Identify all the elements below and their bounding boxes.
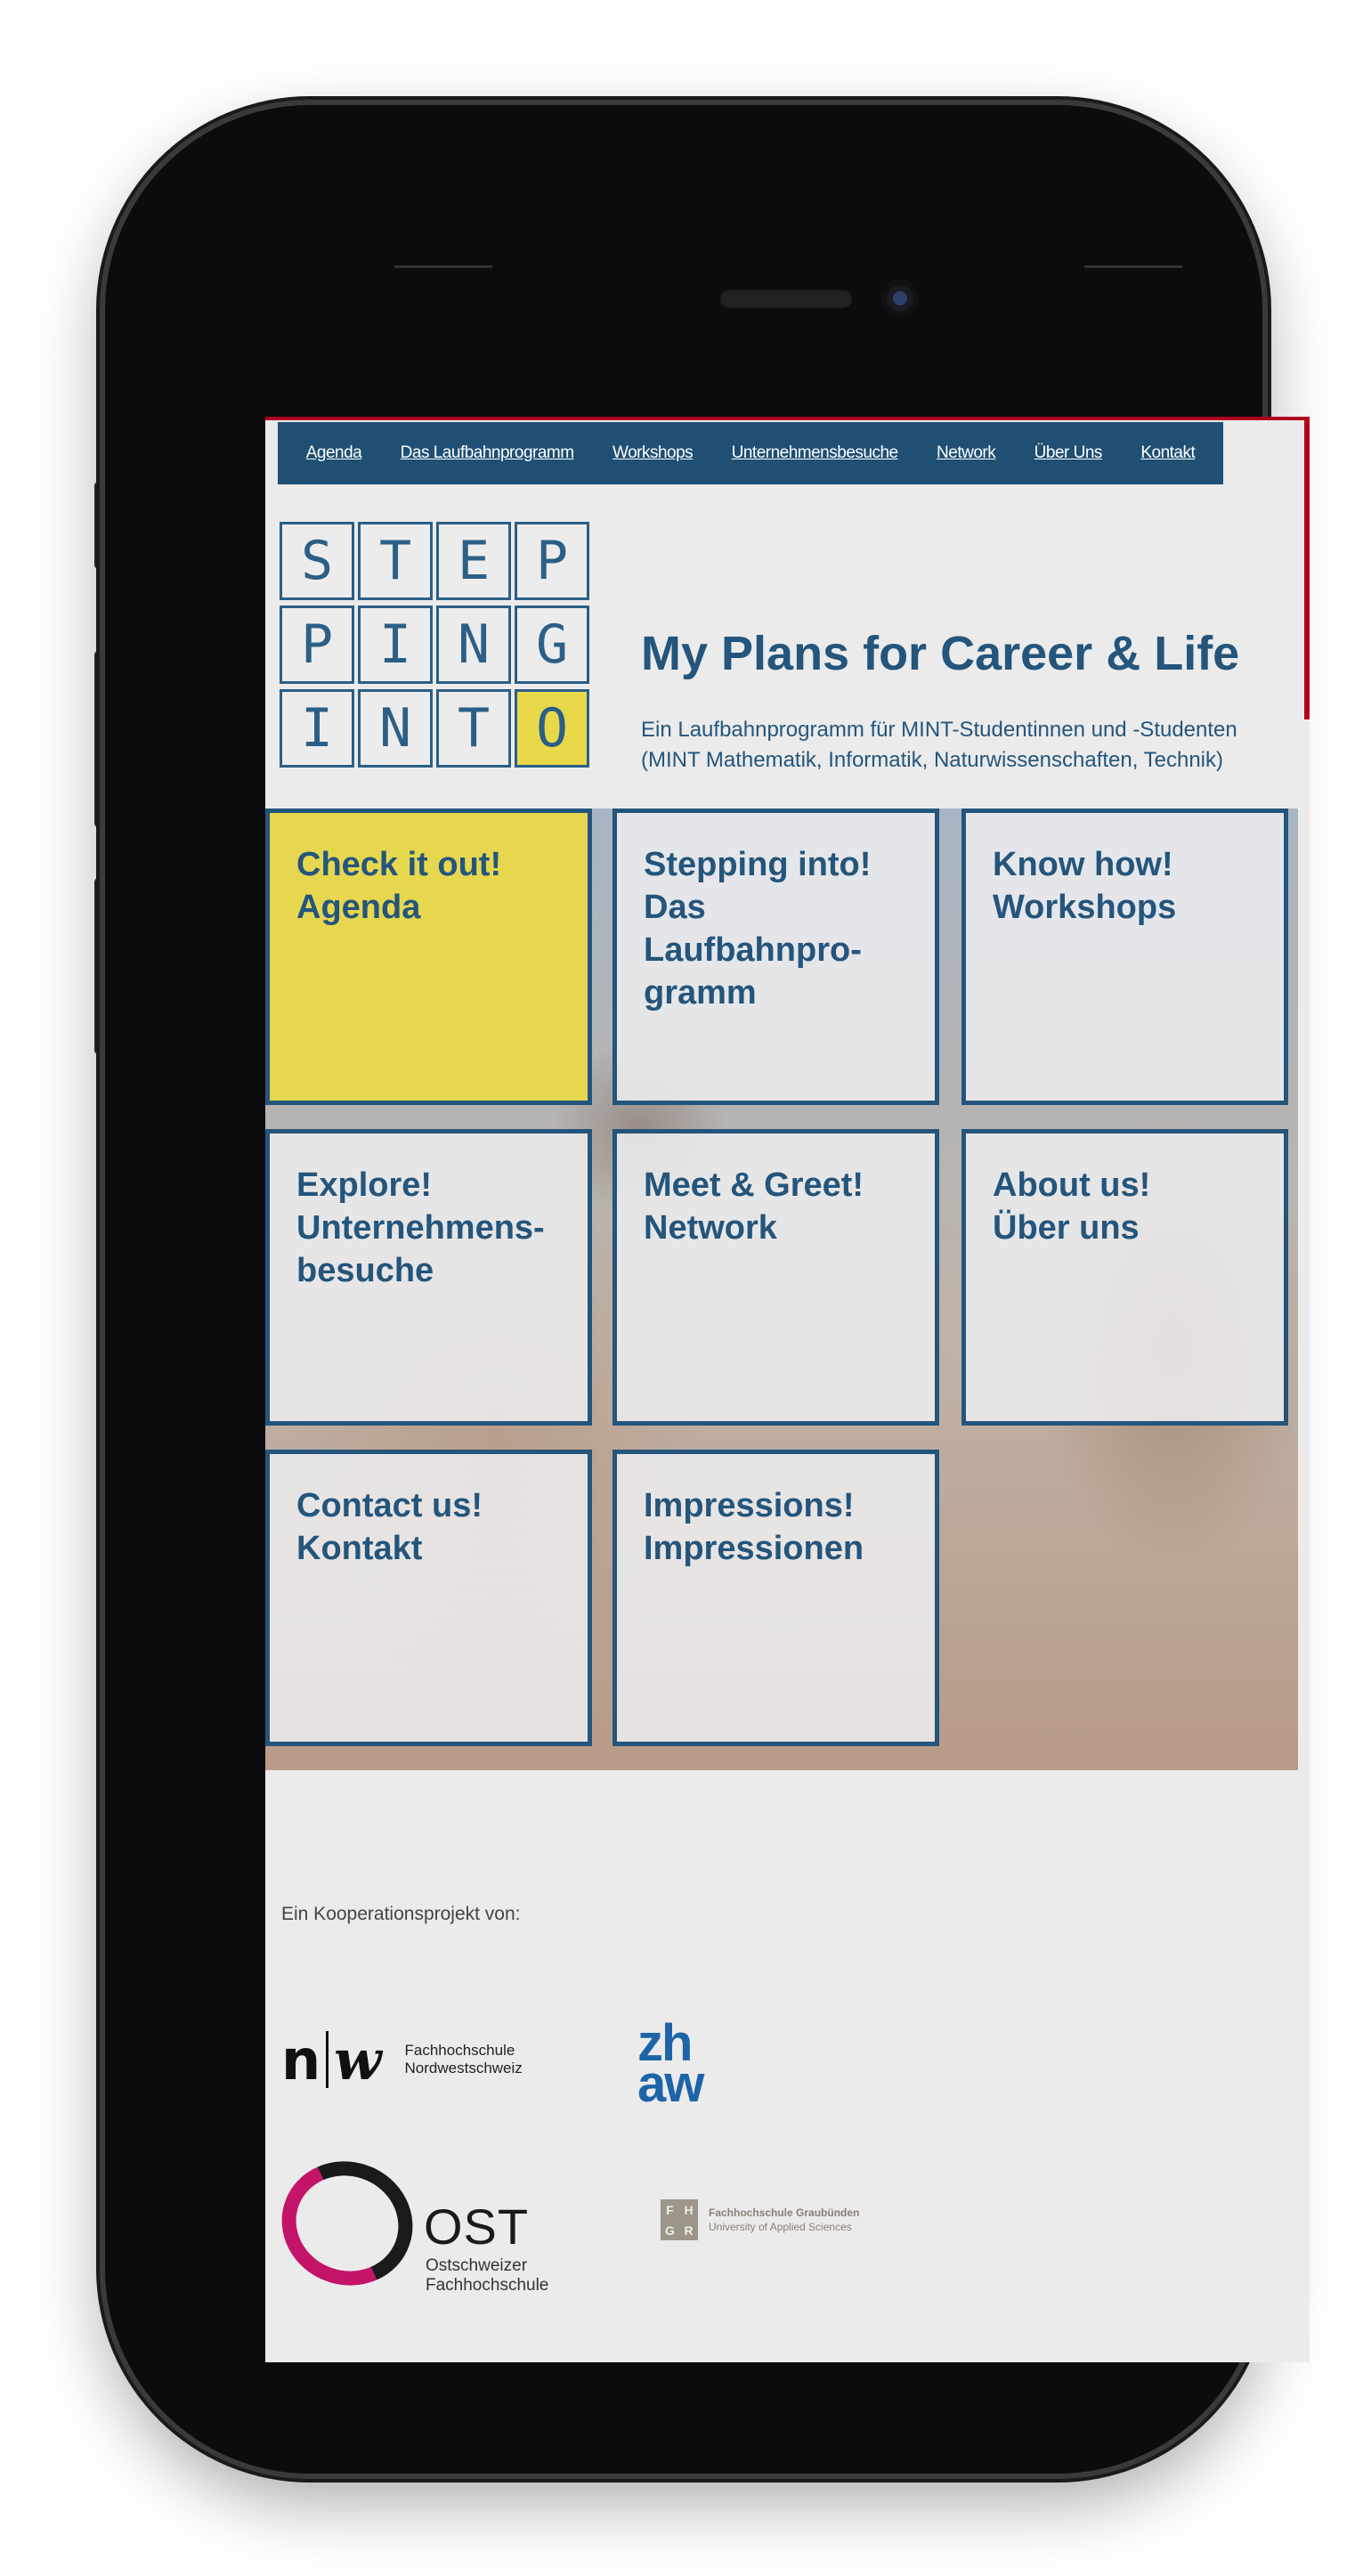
main-nav: Agenda Das Laufbahnprogramm Workshops Un…: [278, 422, 1223, 484]
fhnw-logo-n: n: [281, 2027, 321, 2092]
nav-item-unternehmensbesuche[interactable]: Unternehmensbesuche: [732, 443, 898, 463]
logo-letter: N: [436, 605, 511, 684]
fhnw-line: Nordwestschweiz: [404, 2060, 523, 2076]
earpiece-speaker: [719, 288, 853, 308]
tile-kontakt[interactable]: Contact us! Kontakt: [265, 1450, 592, 1746]
logo-letter: G: [515, 605, 589, 684]
ost-line: Ostschweizer: [426, 2256, 528, 2275]
fhgr-letter: R: [684, 2223, 694, 2238]
ost-ring-icon: [265, 2142, 431, 2304]
logo-letter: E: [436, 522, 511, 600]
ost-line: Fachhochschule: [426, 2276, 549, 2295]
tile-label: Impressions! Impressionen: [644, 1487, 864, 1567]
tile-unternehmensbesuche[interactable]: Explore! Unternehmens- besuche: [265, 1129, 592, 1426]
tile-label: About us! Über uns: [993, 1166, 1151, 1247]
tile-label: Check it out! Agenda: [296, 846, 502, 926]
subtitle-line: Ein Laufbahnprogramm für MINT-Studentinn…: [641, 718, 1237, 742]
nav-item-kontakt[interactable]: Kontakt: [1140, 443, 1195, 463]
tile-ueber-uns[interactable]: About us! Über uns: [961, 1129, 1288, 1426]
fhgr-logo-mark: F H G R: [661, 2199, 698, 2240]
logo-letter: N: [358, 689, 433, 768]
fhnw-line: Fachhochschule: [404, 2042, 515, 2059]
logo-letter: P: [280, 605, 354, 684]
zhaw-logo-mark: zh aw: [637, 2018, 735, 2113]
tile-label: Know how! Workshops: [993, 846, 1177, 926]
subtitle-line: (MINT Mathematik, Informatik, Naturwisse…: [641, 748, 1223, 772]
stepping-into-logo[interactable]: S T E P P I N G I N T O: [276, 522, 589, 775]
site-subtitle: Ein Laufbahnprogramm für MINT-Studentinn…: [641, 715, 1237, 776]
fhgr-logo[interactable]: F H G R Fachhochschule Graubünden Univer…: [661, 2199, 859, 2240]
tile-agenda[interactable]: Check it out! Agenda: [265, 809, 592, 1105]
logo-letter: T: [358, 522, 433, 600]
logo-letter: T: [436, 689, 511, 768]
fhgr-letter: G: [665, 2223, 675, 2238]
bezel-line-left: [394, 265, 492, 268]
tile-laufbahnprogramm[interactable]: Stepping into! Das Laufbahnpro- gramm: [613, 809, 939, 1105]
fhnw-logo-w: w: [334, 2027, 382, 2092]
tiles-hero: Check it out! Agenda Stepping into! Das …: [265, 809, 1298, 1770]
nav-item-laufbahnprogramm[interactable]: Das Laufbahnprogramm: [401, 443, 574, 463]
logo-letter: I: [280, 689, 354, 768]
fhnw-logo[interactable]: n w Fachhochschule Nordwestschweiz: [281, 2027, 523, 2092]
fhgr-letter: F: [666, 2202, 674, 2217]
screen: Agenda Das Laufbahnprogramm Workshops Un…: [265, 417, 1310, 2362]
nav-item-workshops[interactable]: Workshops: [613, 443, 694, 463]
tile-label: Stepping into! Das Laufbahnpro- gramm: [644, 846, 872, 1012]
bezel-line-right: [1084, 265, 1182, 268]
tile-label: Meet & Greet! Network: [644, 1166, 864, 1247]
logo-letter: I: [358, 605, 433, 684]
fhgr-logo-text: Fachhochschule Graubünden University of …: [709, 2206, 859, 2234]
zhaw-logo[interactable]: zh aw: [637, 2011, 735, 2113]
tile-network[interactable]: Meet & Greet! Network: [613, 1129, 939, 1426]
fhgr-line: University of Applied Sciences: [709, 2221, 852, 2233]
nav-item-network[interactable]: Network: [937, 443, 996, 463]
right-accent-bar: [1304, 417, 1310, 719]
logo-letter: P: [515, 522, 589, 600]
cooperation-label: Ein Kooperationsprojekt von:: [281, 1904, 521, 1924]
logo-letter: S: [280, 522, 354, 600]
fhnw-logo-divider: [326, 2031, 329, 2088]
fhgr-line: Fachhochschule Graubünden: [709, 2206, 860, 2219]
tile-label: Contact us! Kontakt: [296, 1487, 483, 1567]
ost-logo[interactable]: OST Ostschweizer Fachhochschule: [265, 2142, 602, 2304]
fhnw-logo-text: Fachhochschule Nordwestschweiz: [405, 2042, 523, 2077]
nav-item-agenda[interactable]: Agenda: [306, 443, 362, 463]
site-title: My Plans for Career & Life: [641, 627, 1240, 680]
tile-label: Explore! Unternehmens- besuche: [296, 1166, 545, 1289]
tile-workshops[interactable]: Know how! Workshops: [961, 809, 1288, 1105]
logo-letter: O: [515, 689, 589, 768]
top-accent-bar: [265, 417, 1310, 420]
tile-impressionen[interactable]: Impressions! Impressionen: [613, 1450, 939, 1746]
fhgr-letter: H: [684, 2202, 694, 2217]
front-camera-icon: [881, 280, 919, 317]
ost-logo-text: Ostschweizer Fachhochschule: [426, 2256, 548, 2296]
phone-frame: Agenda Das Laufbahnprogramm Workshops Un…: [105, 105, 1310, 2474]
ost-logo-name: OST: [424, 2198, 530, 2255]
nav-item-ueber-uns[interactable]: Über Uns: [1034, 443, 1103, 463]
zhaw-logo-line: aw: [637, 2055, 704, 2113]
